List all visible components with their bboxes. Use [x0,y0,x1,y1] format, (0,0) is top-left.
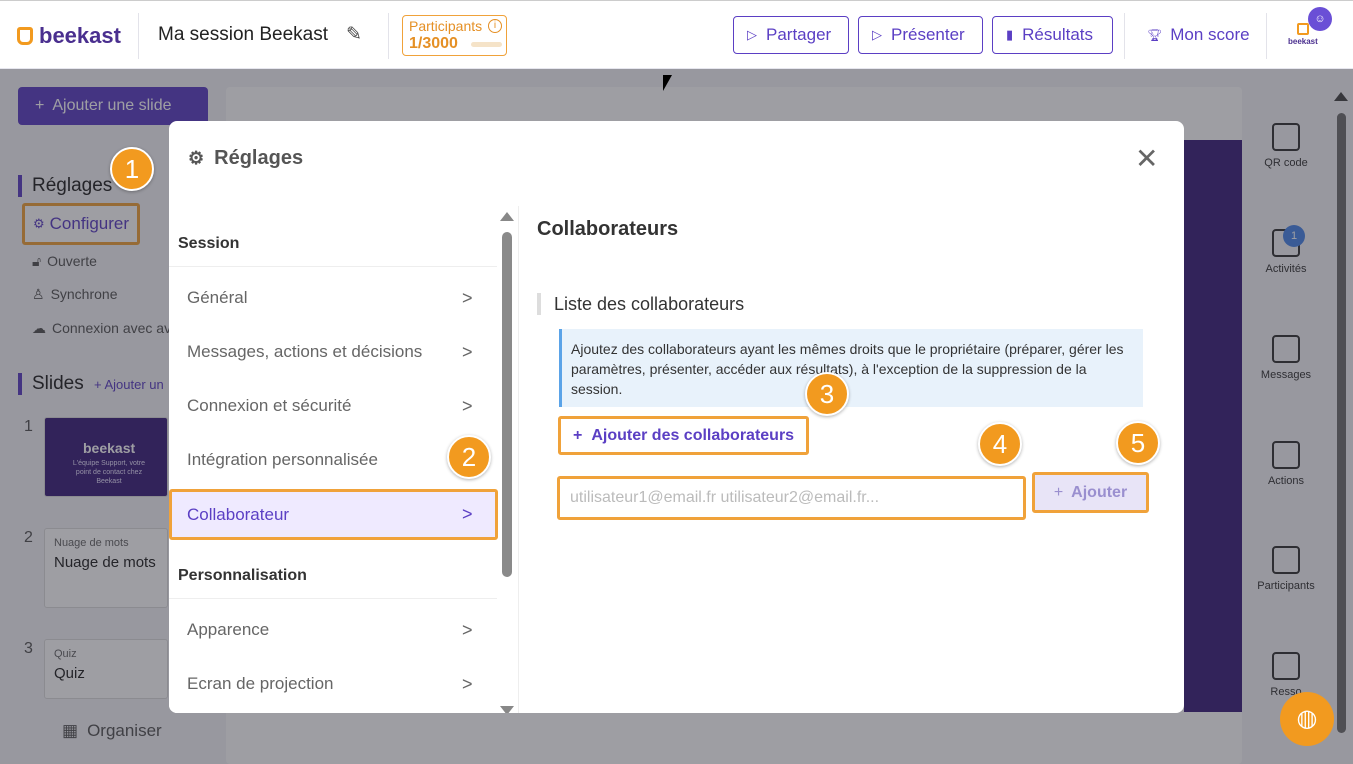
divider [169,598,497,599]
info-box: Ajoutez des collaborateurs ayant les mêm… [559,329,1143,407]
nav-scrollbar[interactable] [502,232,512,577]
add-button[interactable]: + Ajouter [1032,472,1149,513]
globe-icon: ◍ [1296,705,1318,732]
nav-section-session: Session [178,235,240,252]
collaborators-title: Collaborateurs [537,218,679,240]
bar-chart-icon: ▮ [1006,27,1014,42]
step-marker-4: 4 [978,422,1022,466]
nav-item-collaborator[interactable]: Collaborateur > [169,489,498,540]
modal-title: ⚙ Réglages [188,147,303,170]
plus-icon: + [573,426,583,444]
nav-scroll-up-arrow[interactable] [500,212,514,221]
beekast-logo-icon [17,27,33,45]
divider [138,13,139,59]
avatar[interactable]: ☺ [1308,7,1332,31]
add-collaborators-label: Ajouter des collaborateurs [591,426,795,444]
trophy-icon: 🏆︎ [1147,28,1163,42]
chevron-right-icon: > [462,395,473,416]
divider [169,266,497,267]
my-score-label: Mon score [1170,25,1250,44]
nav-item-label: Messages, actions et décisions [187,342,423,361]
share-button-label: Partager [766,25,832,44]
step-marker-2: 2 [447,435,491,479]
nav-scroll-down-arrow[interactable] [500,706,514,713]
logo-text: beekast [39,23,121,48]
results-button-label: Résultats [1022,25,1094,44]
step-marker-1: 1 [110,147,154,191]
brand-corner-label: beekast [1288,37,1318,46]
play-outline-icon: ▷ [747,27,757,42]
participants-count: 1/3000 [409,35,458,52]
top-bar: beekast Ma session Beekast ✎ Participant… [0,0,1353,69]
mouse-cursor [663,75,672,91]
nav-item-label: Intégration personnalisée [187,450,378,469]
nav-item-security[interactable]: Connexion et sécurité > [169,382,498,430]
nav-item-label: Collaborateur [187,504,290,524]
gear-icon: ⚙ [188,148,205,168]
beekast-logo[interactable]: beekast [17,23,121,49]
plus-icon: + [1053,483,1064,501]
present-button[interactable]: ▷ Présenter [858,16,983,54]
step-marker-5: 5 [1116,421,1160,465]
nav-item-appearance[interactable]: Apparence > [169,606,498,654]
share-button[interactable]: ▷ Partager [733,16,849,54]
modal-title-text: Réglages [214,147,304,169]
my-score-link[interactable]: 🏆︎ Mon score [1147,25,1250,45]
nav-item-projection[interactable]: Ecran de projection > [169,660,498,708]
nav-item-label: Général [187,288,248,307]
info-icon[interactable]: i [488,19,502,33]
chevron-right-icon: > [462,341,473,362]
nav-item-general[interactable]: Général > [169,274,498,322]
chevron-right-icon: > [462,287,473,308]
play-outline-icon: ▷ [872,27,882,42]
nav-item-label: Ecran de projection [187,674,334,693]
nav-item-messages[interactable]: Messages, actions et décisions > [169,328,498,376]
chevron-right-icon: > [462,504,473,524]
add-collaborators-button[interactable]: + Ajouter des collaborateurs [558,416,809,455]
collaborators-list-title: Liste des collaborateurs [537,293,744,315]
divider [388,13,389,59]
chevron-right-icon: > [462,619,473,640]
step-marker-3: 3 [805,372,849,416]
add-button-label: Ajouter [1071,483,1128,501]
nav-section-personalisation: Personnalisation [178,567,307,584]
participants-label: Participants [409,18,483,34]
nav-item-label: Apparence [187,620,270,639]
divider [1266,13,1267,59]
settings-modal: ⚙ Réglages ✕ Session Général > Messages,… [169,121,1184,713]
help-button[interactable]: ◍ [1280,692,1334,746]
present-button-label: Présenter [891,25,965,44]
email-input[interactable] [557,476,1026,520]
chevron-right-icon: > [462,673,473,694]
participants-progress-bar [471,42,502,47]
session-title: Ma session Beekast [158,24,329,45]
beekast-logo-icon [1296,23,1309,35]
edit-pencil-icon[interactable]: ✎ [346,23,362,46]
results-button[interactable]: ▮ Résultats [992,16,1113,54]
participants-counter[interactable]: Participants i 1/3000 [402,15,507,56]
nav-item-label: Connexion et sécurité [187,396,352,415]
close-icon[interactable]: ✕ [1135,145,1158,173]
divider [1124,13,1125,59]
